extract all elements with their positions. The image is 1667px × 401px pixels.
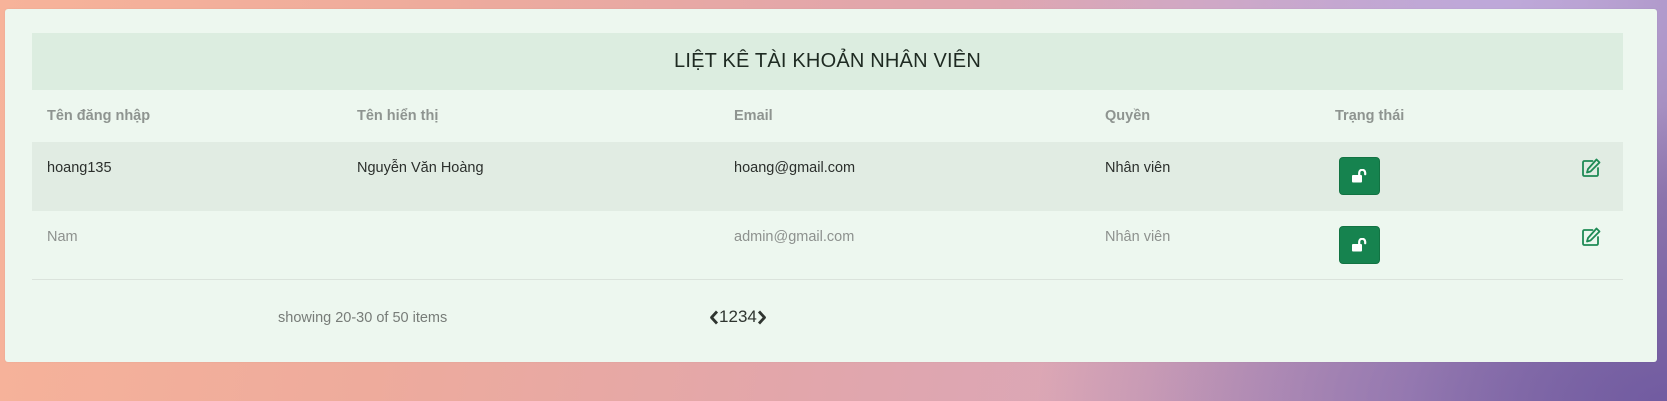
page-link-3[interactable]: 3 (738, 307, 747, 327)
display-name-cell: Nguyễn Văn Hoàng (357, 160, 484, 176)
table-divider (32, 279, 1623, 280)
table-row: Nam admin@gmail.com Nhân viên (32, 211, 1623, 280)
page-title: LIỆT KÊ TÀI KHOẢN NHÂN VIÊN (674, 50, 981, 72)
pagination-summary: showing 20-30 of 50 items (278, 310, 448, 326)
pagination: 1 2 3 4 (708, 306, 768, 328)
header-display-name: Tên hiển thị (357, 108, 439, 124)
edit-icon[interactable] (1580, 157, 1602, 179)
page-link-1[interactable]: 1 (719, 307, 728, 327)
table-header-row: Tên đăng nhập Tên hiển thị Email Quyền T… (32, 90, 1623, 142)
page-link-4[interactable]: 4 (747, 307, 756, 327)
next-page-button[interactable] (757, 309, 768, 325)
email-cell: hoang@gmail.com (734, 160, 856, 176)
prev-page-button[interactable] (708, 309, 719, 325)
table-row: hoang135 Nguyễn Văn Hoàng hoang@gmail.co… (32, 142, 1623, 211)
header-role: Quyền (1105, 108, 1151, 124)
header-username: Tên đăng nhập (47, 108, 151, 124)
unlock-account-button[interactable] (1339, 157, 1380, 195)
header-email: Email (734, 108, 773, 124)
chevron-right-icon (758, 310, 767, 324)
edit-icon[interactable] (1580, 226, 1602, 248)
role-cell: Nhân viên (1105, 160, 1171, 176)
header-status: Trạng thái (1335, 108, 1405, 124)
unlock-account-button[interactable] (1339, 226, 1380, 264)
username-cell: Nam (47, 229, 78, 245)
username-cell: hoang135 (47, 160, 112, 176)
table-title-bar: LIỆT KÊ TÀI KHOẢN NHÂN VIÊN (32, 33, 1623, 90)
email-cell: admin@gmail.com (734, 229, 855, 245)
chevron-left-icon (709, 310, 718, 324)
unlock-icon (1352, 169, 1367, 183)
role-cell: Nhân viên (1105, 229, 1171, 245)
unlock-icon (1352, 238, 1367, 252)
page-link-2[interactable]: 2 (728, 307, 737, 327)
